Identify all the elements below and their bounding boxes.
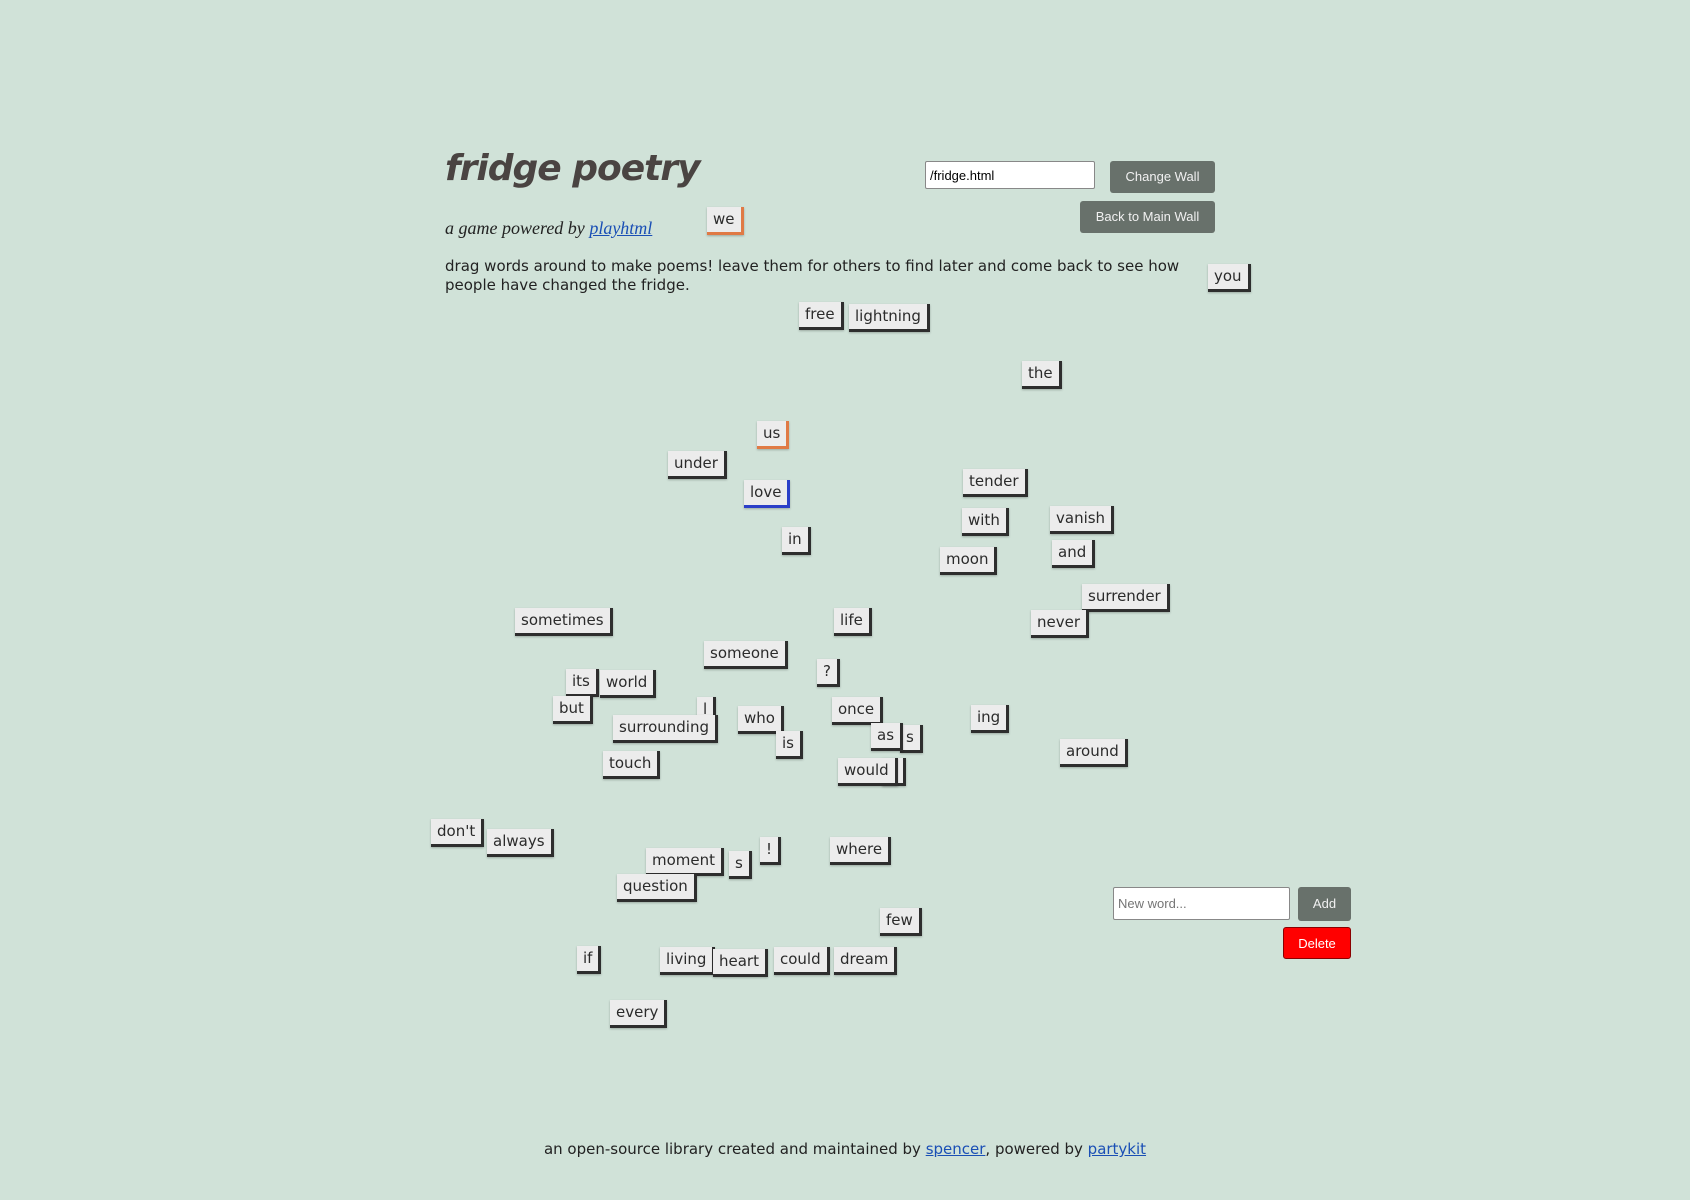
back-to-main-wall-button[interactable]: Back to Main Wall	[1080, 201, 1215, 233]
word-magnet[interactable]: and	[1052, 540, 1096, 568]
subtitle-prefix: a game powered by	[445, 218, 590, 238]
delete-word-button[interactable]: Delete	[1283, 927, 1351, 959]
partykit-link[interactable]: partykit	[1088, 1140, 1146, 1158]
playhtml-link[interactable]: playhtml	[589, 218, 652, 238]
word-magnet[interactable]: every	[610, 1000, 668, 1028]
word-magnet[interactable]: where	[830, 837, 892, 865]
word-magnet[interactable]: living	[660, 947, 716, 975]
word-magnet[interactable]: life	[834, 608, 872, 636]
word-magnet[interactable]: surrender	[1082, 584, 1170, 612]
word-magnet[interactable]: lightning	[849, 304, 930, 332]
word-magnet[interactable]: s	[729, 851, 752, 879]
spencer-link[interactable]: spencer	[926, 1140, 986, 1158]
word-magnet[interactable]: moon	[940, 547, 998, 575]
word-magnet[interactable]: ing	[971, 705, 1010, 733]
word-magnet[interactable]: free	[799, 302, 844, 330]
word-magnet[interactable]: always	[487, 829, 554, 857]
word-magnet[interactable]: ?	[817, 659, 840, 687]
footer: an open-source library created and maint…	[0, 1140, 1690, 1158]
word-magnet[interactable]: under	[668, 451, 727, 479]
word-magnet[interactable]: could	[774, 947, 830, 975]
word-magnet[interactable]: we	[707, 207, 744, 235]
footer-middle: , powered by	[985, 1140, 1088, 1158]
word-magnet[interactable]: moment	[646, 848, 725, 876]
subtitle: a game powered by playhtml	[445, 218, 652, 239]
word-magnet[interactable]: !	[760, 837, 782, 865]
word-magnet[interactable]: s	[900, 725, 923, 753]
word-magnet[interactable]: with	[962, 508, 1009, 536]
word-magnet[interactable]: surrounding	[613, 715, 718, 743]
word-magnet[interactable]: someone	[704, 641, 788, 669]
page-title: fridge poetry	[445, 148, 701, 189]
word-magnet[interactable]: sometimes	[515, 608, 613, 636]
word-magnet[interactable]: who	[738, 706, 784, 734]
word-magnet[interactable]: once	[832, 697, 884, 725]
word-magnet[interactable]: you	[1208, 264, 1251, 292]
word-magnet[interactable]: touch	[603, 751, 661, 779]
word-magnet[interactable]: question	[617, 874, 697, 902]
word-magnet[interactable]: vanish	[1050, 506, 1115, 534]
word-magnet[interactable]: would	[838, 758, 898, 786]
new-word-input[interactable]	[1113, 887, 1290, 920]
word-magnet[interactable]: in	[782, 527, 811, 555]
word-magnet[interactable]: heart	[713, 949, 768, 977]
word-magnet[interactable]: never	[1031, 610, 1090, 638]
word-magnet[interactable]: love	[744, 480, 791, 508]
word-magnet[interactable]: if	[577, 946, 602, 974]
word-magnet[interactable]: the	[1022, 361, 1062, 389]
wall-path-input[interactable]	[925, 161, 1095, 189]
footer-prefix: an open-source library created and maint…	[543, 1140, 926, 1158]
word-magnet[interactable]: is	[776, 731, 803, 759]
word-magnet[interactable]: its	[566, 669, 599, 697]
word-magnet[interactable]: but	[553, 696, 593, 724]
word-magnet[interactable]: as	[871, 723, 904, 751]
word-magnet[interactable]: few	[880, 908, 922, 936]
word-magnet[interactable]: around	[1060, 739, 1128, 767]
word-magnet[interactable]: tender	[963, 469, 1028, 497]
instructions: drag words around to make poems! leave t…	[445, 257, 1180, 294]
word-magnet[interactable]: dream	[834, 947, 898, 975]
word-magnet[interactable]: world	[600, 670, 657, 698]
word-magnet[interactable]: us	[757, 421, 790, 449]
add-word-button[interactable]: Add	[1298, 887, 1351, 921]
word-magnet[interactable]: don't	[431, 819, 485, 847]
change-wall-button[interactable]: Change Wall	[1110, 161, 1215, 193]
